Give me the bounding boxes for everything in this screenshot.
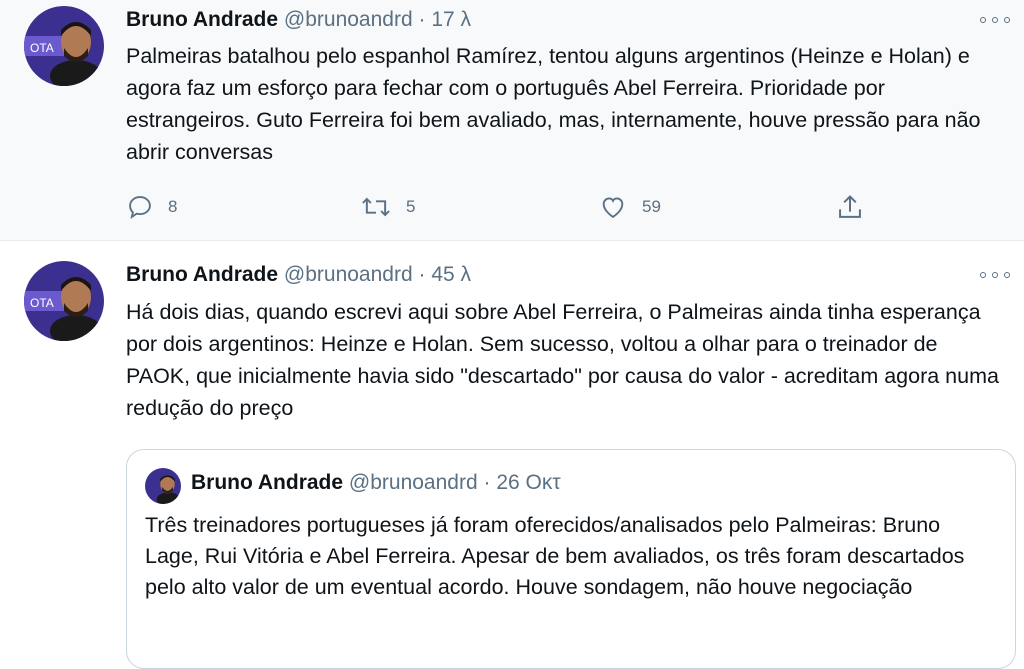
retweet-icon	[362, 197, 390, 217]
share-button[interactable]	[836, 190, 878, 224]
tweet-actions: 8 5 59	[126, 190, 886, 224]
svg-text:OTA: OTA	[30, 41, 54, 55]
tweet-header: Bruno Andrade @brunoandrd · 45 λ	[126, 263, 471, 287]
heart-icon	[602, 197, 624, 219]
tweet-text: Há dois dias, quando escrevi aqui sobre …	[126, 300, 999, 420]
separator: ·	[418, 8, 426, 31]
reply-button[interactable]: 8	[126, 190, 177, 224]
tweet-header: Bruno Andrade @brunoandrd · 17 λ	[126, 8, 471, 32]
quoted-text: Três treinadores portugueses já foram of…	[145, 513, 965, 599]
quoted-timestamp: 26 Οκτ	[496, 471, 561, 494]
quoted-author-name: Bruno Andrade	[191, 471, 344, 494]
author-name[interactable]: Bruno Andrade	[126, 263, 278, 286]
share-icon	[839, 195, 861, 218]
separator: ·	[418, 263, 426, 286]
more-icon[interactable]	[980, 10, 1010, 30]
retweet-count: 5	[406, 197, 416, 216]
separator: ·	[483, 471, 491, 494]
like-count: 59	[642, 197, 661, 216]
quoted-tweet[interactable]: Bruno Andrade @brunoandrd · 26 Οκτ Três …	[126, 449, 1016, 669]
more-icon[interactable]	[980, 265, 1010, 285]
svg-text:OTA: OTA	[30, 296, 54, 310]
tweet[interactable]: OTA Bruno Andrade @brunoandrd · 17 λ Pal…	[0, 0, 1024, 241]
quoted-avatar	[145, 468, 181, 504]
timestamp[interactable]: 17 λ	[431, 8, 471, 31]
timestamp[interactable]: 45 λ	[431, 263, 471, 286]
reply-icon	[129, 196, 151, 219]
author-handle[interactable]: @brunoandrd	[284, 263, 413, 286]
quoted-header: Bruno Andrade @brunoandrd · 26 Οκτ	[191, 471, 561, 495]
author-handle[interactable]: @brunoandrd	[284, 8, 413, 31]
like-button[interactable]: 59	[598, 190, 661, 224]
reply-count: 8	[168, 197, 178, 216]
author-name[interactable]: Bruno Andrade	[126, 8, 278, 31]
tweet[interactable]: OTA Bruno Andrade @brunoandrd · 45 λ Há …	[0, 241, 1024, 669]
retweet-button[interactable]: 5	[360, 190, 415, 224]
avatar[interactable]: OTA	[24, 261, 104, 341]
quoted-author-handle: @brunoandrd	[348, 471, 478, 494]
avatar[interactable]: OTA	[24, 6, 104, 86]
tweet-text: Palmeiras batalhou pelo espanhol Ramírez…	[126, 44, 981, 164]
